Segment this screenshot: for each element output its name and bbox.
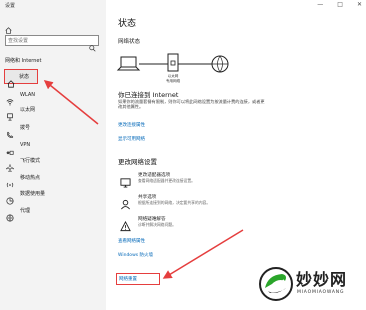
adapter-options-icon <box>120 173 131 192</box>
globe-icon <box>211 55 229 73</box>
watermark-logo-icon <box>259 267 293 301</box>
sidebar-item-ethernet[interactable]: 以太网 <box>3 102 103 121</box>
computer-icon <box>116 56 141 71</box>
connection-status-description: 如果你的流量套餐有限制，则你可以将此网络设置为按流量计费的连接，或者更改其他属性… <box>118 99 265 110</box>
network-status-heading: 网络状态 <box>118 39 141 45</box>
ethernet-adapter-icon <box>167 53 179 72</box>
sidebar-item-airplane[interactable]: 飞行模式 <box>3 153 103 172</box>
watermark-text: 妙妙网 <box>296 270 348 289</box>
setting-sharing-options[interactable]: 共享选项 根据所连接到的网络，决定要共享的内容。 <box>118 192 268 212</box>
sidebar-item-label: 数据使用量 <box>20 191 46 197</box>
annotation-highlight-box <box>116 273 160 285</box>
sidebar-item-hotspot[interactable]: 移动热点 <box>3 170 103 187</box>
warning-triangle-icon <box>120 217 131 236</box>
search-input[interactable] <box>8 36 86 45</box>
sidebar-item-proxy[interactable]: 代理 <box>3 203 103 222</box>
settings-sidebar: 设置 网络和 Internet 状态 WLAN 以太网 拨号 <box>0 0 106 310</box>
setting-change-adapter-options[interactable]: 更改适配器选项 查看网络适配器并更改连接设置。 <box>118 170 268 190</box>
network-status-diagram: 以太网 专用网络 <box>116 53 229 83</box>
sidebar-item-vpn[interactable]: VPN <box>3 137 103 155</box>
sidebar-item-label: WLAN <box>20 91 36 98</box>
sidebar-section-header: 网络和 Internet <box>5 58 42 64</box>
sidebar-item-label: 移动热点 <box>20 175 41 181</box>
sidebar-item-data-usage[interactable]: 数据使用量 <box>3 186 103 205</box>
show-available-networks-link[interactable]: 显示可用网络 <box>118 136 145 142</box>
search-box[interactable] <box>5 35 99 52</box>
page-title: 状态 <box>118 19 137 29</box>
hotspot-icon <box>6 174 14 187</box>
sidebar-item-label: 拨号 <box>20 125 31 131</box>
setting-description: 查看网络适配器并更改连接设置。 <box>138 178 195 183</box>
search-icon[interactable] <box>89 37 96 56</box>
adapter-sub-label: 专用网络 <box>166 78 181 83</box>
window-controls: — □ ✕ <box>317 1 362 8</box>
close-button[interactable]: ✕ <box>357 1 362 8</box>
sidebar-item-status[interactable]: 状态 <box>4 69 38 88</box>
change-network-settings-heading: 更改网络设置 <box>118 158 157 166</box>
setting-description: 根据所连接到的网络，决定要共享的内容。 <box>138 200 211 205</box>
airplane-icon <box>6 157 14 172</box>
vpn-icon <box>6 141 14 155</box>
data-usage-icon <box>6 190 14 205</box>
ethernet-icon <box>6 106 14 121</box>
sharing-options-icon <box>120 195 131 214</box>
sidebar-item-wlan[interactable]: WLAN <box>3 87 103 105</box>
minimize-button[interactable]: — <box>317 1 323 8</box>
sidebar-item-label: 以太网 <box>20 107 36 113</box>
home-status-icon <box>7 73 15 88</box>
main-content: — □ ✕ 状态 网络状态 以太网 专用网络 你已连接到 Internet 如果… <box>106 0 366 310</box>
watermark-subtext: MIAOMIAOWANG <box>297 290 345 295</box>
windows-firewall-link[interactable]: Windows 防火墙 <box>118 252 153 258</box>
setting-description: 诊断并解决网络问题。 <box>138 222 176 227</box>
setting-network-troubleshooter[interactable]: 网络疑难解答 诊断并解决网络问题。 <box>118 214 268 234</box>
maximize-button[interactable]: □ <box>337 1 343 8</box>
sidebar-item-label: VPN <box>20 141 31 148</box>
view-network-properties-link[interactable]: 查看网络属性 <box>118 238 145 244</box>
wifi-icon <box>6 91 14 105</box>
sidebar-item-label: 代理 <box>20 208 31 214</box>
connection-status-title: 你已连接到 Internet <box>118 91 179 99</box>
adapter-label: 以太网 <box>168 73 179 78</box>
sidebar-item-label: 状态 <box>19 74 30 80</box>
dialup-icon <box>6 124 14 138</box>
sidebar-item-dialup[interactable]: 拨号 <box>3 120 103 138</box>
globe-proxy-icon <box>6 207 14 222</box>
change-connection-properties-link[interactable]: 更改连接属性 <box>118 122 145 128</box>
sidebar-item-label: 飞行模式 <box>20 158 41 164</box>
window-title: 设置 <box>5 3 16 9</box>
